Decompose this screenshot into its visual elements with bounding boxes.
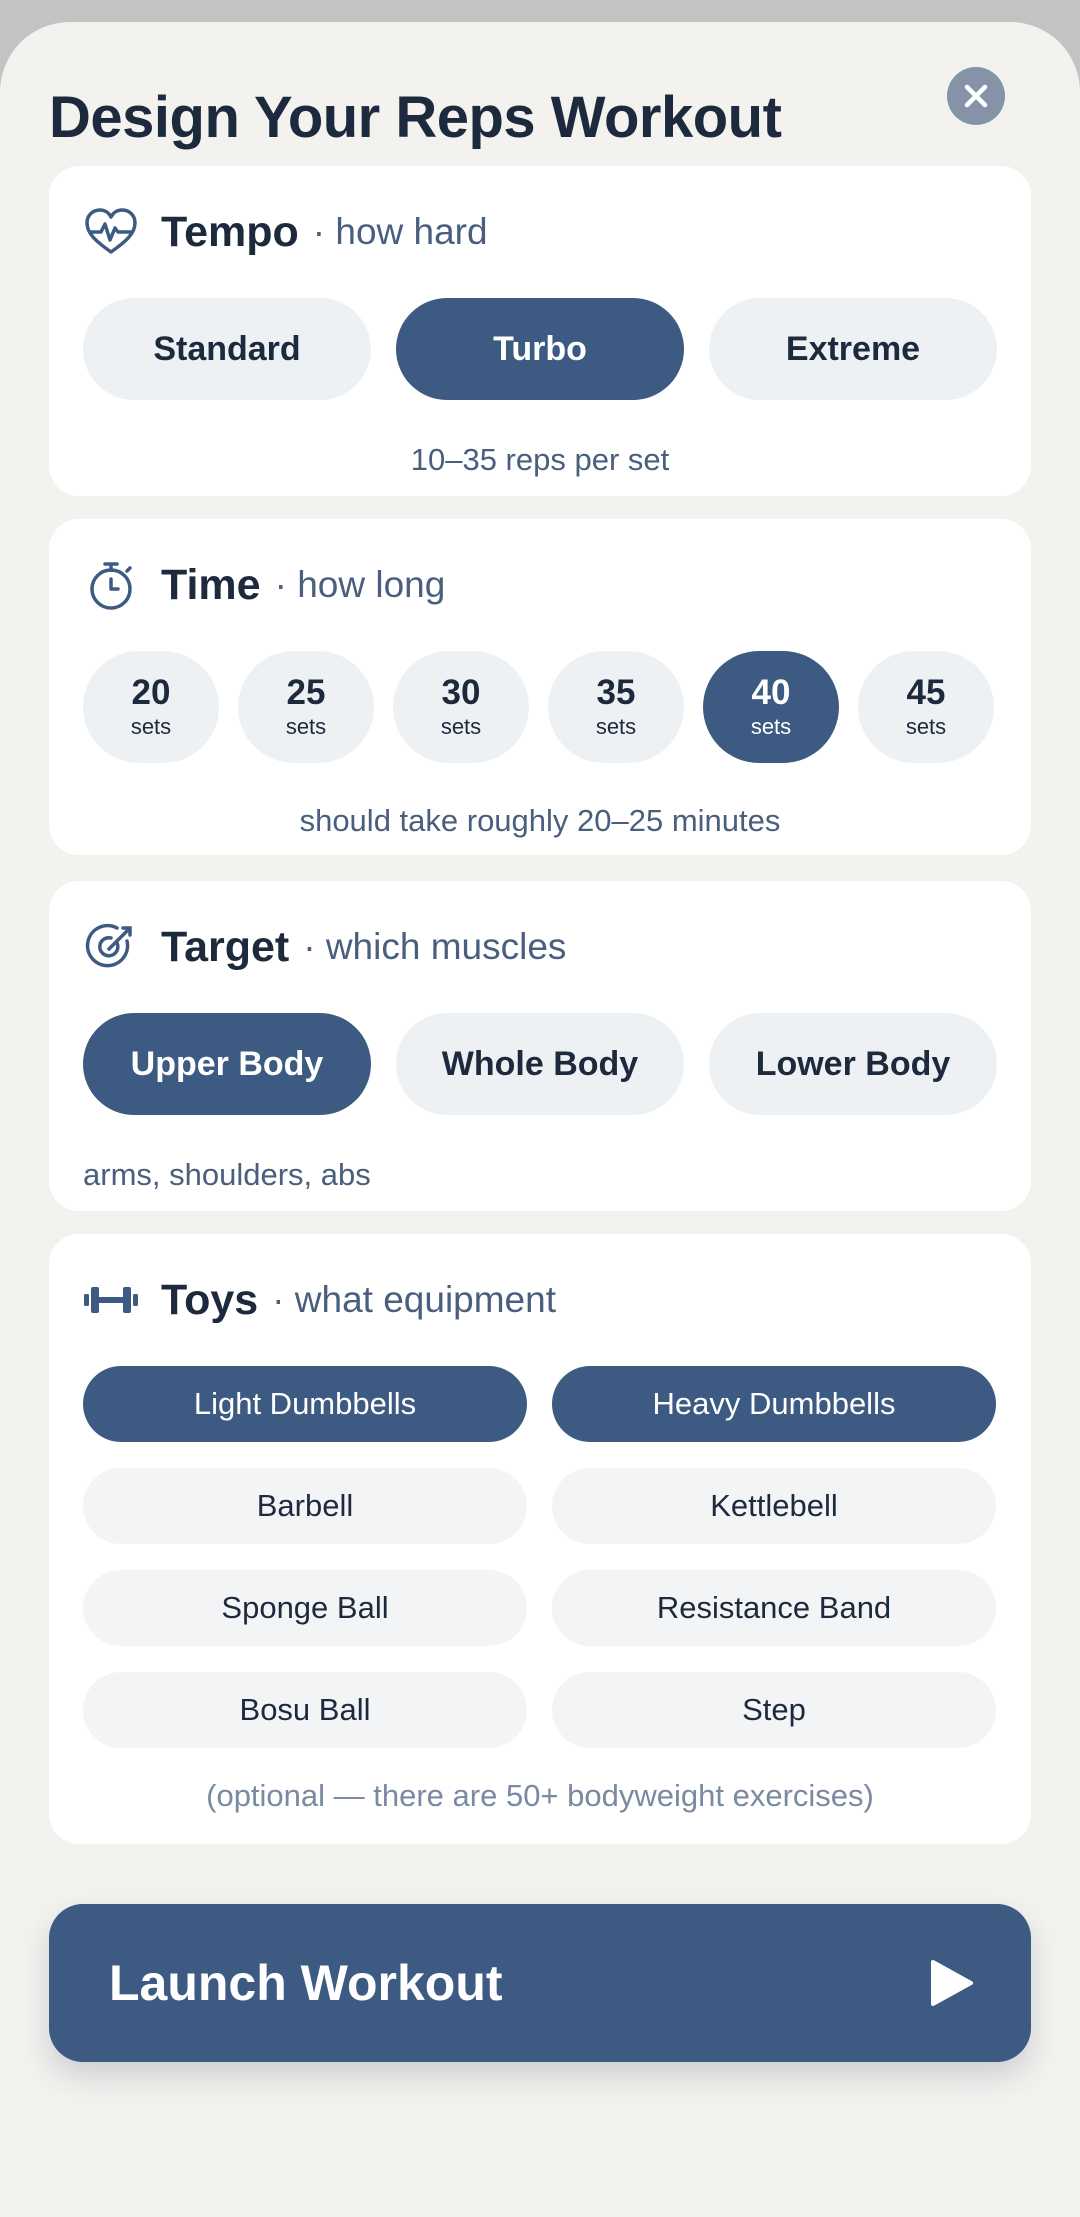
tempo-option-extreme[interactable]: Extreme: [709, 298, 997, 400]
page-title: Design Your Reps Workout: [49, 85, 782, 150]
toy-sponge-ball[interactable]: Sponge Ball: [83, 1570, 527, 1646]
set-count: 35: [596, 673, 636, 712]
time-subtitle: · how long: [274, 564, 446, 605]
toy-resistance-band[interactable]: Resistance Band: [552, 1570, 996, 1646]
toys-note: (optional — there are 50+ bodyweight exe…: [206, 1778, 874, 1813]
target-note: arms, shoulders, abs: [83, 1157, 371, 1192]
workout-sheet: Design Your Reps Workout Tempo · how har…: [0, 22, 1080, 2217]
set-count: 40: [751, 673, 791, 712]
tempo-subtitle: · how hard: [312, 211, 488, 252]
toy-light-dumbbells[interactable]: Light Dumbbells: [83, 1366, 527, 1442]
stopwatch-icon: [83, 557, 139, 613]
set-count: 30: [441, 673, 481, 712]
tempo-note: 10–35 reps per set: [410, 442, 670, 477]
tempo-option-standard[interactable]: Standard: [83, 298, 371, 400]
toy-heavy-dumbbells[interactable]: Heavy Dumbbells: [552, 1366, 996, 1442]
set-unit: sets: [595, 714, 637, 739]
time-option-30[interactable]: 30 sets: [393, 651, 529, 763]
target-icon: [83, 919, 139, 975]
target-card: Target · which muscles Upper Body Whole …: [49, 881, 1031, 1211]
launch-label: Launch Workout: [109, 1955, 503, 2011]
time-option-20[interactable]: 20 sets: [83, 651, 219, 763]
tempo-title: Tempo: [161, 207, 299, 256]
time-option-35[interactable]: 35 sets: [548, 651, 684, 763]
set-count: 25: [286, 673, 326, 712]
target-option-lower-body[interactable]: Lower Body: [709, 1013, 997, 1115]
close-button[interactable]: [947, 67, 1005, 125]
set-unit: sets: [285, 714, 327, 739]
time-option-40[interactable]: 40 sets: [703, 651, 839, 763]
dumbbell-icon: [83, 1272, 139, 1328]
tempo-option-turbo[interactable]: Turbo: [396, 298, 684, 400]
time-note: should take roughly 20–25 minutes: [299, 803, 781, 838]
time-card: Time · how long 20 sets 25 sets 30 sets …: [49, 519, 1031, 855]
set-unit: sets: [440, 714, 482, 739]
toy-kettlebell[interactable]: Kettlebell: [552, 1468, 996, 1544]
set-unit: sets: [905, 714, 947, 739]
launch-workout-button[interactable]: Launch Workout: [49, 1904, 1031, 2062]
toy-bosu-ball[interactable]: Bosu Ball: [83, 1672, 527, 1748]
set-count: 20: [131, 673, 171, 712]
set-count: 45: [906, 673, 946, 712]
toys-subtitle: · what equipment: [272, 1279, 556, 1320]
toys-title: Toys: [161, 1275, 259, 1324]
toy-barbell[interactable]: Barbell: [83, 1468, 527, 1544]
toys-card: Toys · what equipment Light Dumbbells He…: [49, 1234, 1031, 1844]
heartbeat-icon: [83, 204, 139, 260]
toy-step[interactable]: Step: [552, 1672, 996, 1748]
tempo-card: Tempo · how hard Standard Turbo Extreme …: [49, 166, 1031, 496]
target-option-whole-body[interactable]: Whole Body: [396, 1013, 684, 1115]
set-unit: sets: [130, 714, 172, 739]
play-icon: [931, 1960, 973, 2006]
set-unit: sets: [750, 714, 792, 739]
target-option-upper-body[interactable]: Upper Body: [83, 1013, 371, 1115]
close-icon: [964, 84, 988, 108]
time-title: Time: [161, 560, 261, 609]
time-option-25[interactable]: 25 sets: [238, 651, 374, 763]
target-title: Target: [161, 922, 290, 971]
time-option-45[interactable]: 45 sets: [858, 651, 994, 763]
target-subtitle: · which muscles: [303, 926, 567, 967]
